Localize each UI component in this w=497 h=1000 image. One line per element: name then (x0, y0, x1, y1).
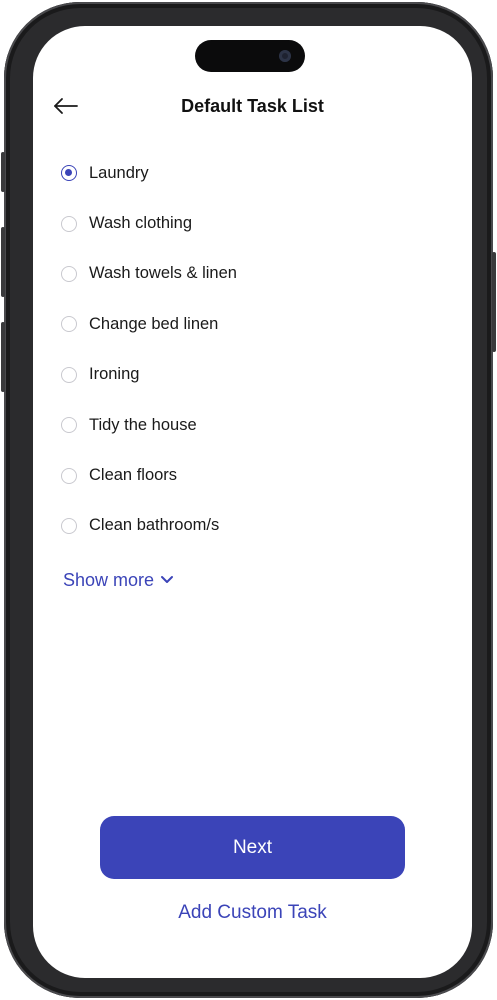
task-label: Wash towels & linen (89, 264, 237, 283)
app-screen: Default Task List Laundry Wash clothing … (33, 26, 472, 978)
chevron-down-icon (161, 576, 174, 583)
arrow-left-icon (54, 98, 78, 114)
task-label: Wash clothing (89, 214, 193, 233)
task-label: Laundry (89, 163, 149, 182)
header: Default Task List (33, 88, 472, 124)
radio-icon[interactable] (61, 517, 77, 534)
radio-icon[interactable] (61, 215, 77, 232)
task-option-clean-bathrooms[interactable]: Clean bathroom/s (61, 501, 451, 551)
back-button[interactable] (51, 92, 87, 120)
task-option-wash-clothing[interactable]: Wash clothing (61, 198, 451, 248)
task-option-tidy-house[interactable]: Tidy the house (61, 400, 451, 450)
task-option-clean-floors[interactable]: Clean floors (61, 450, 451, 500)
action-button (1, 152, 5, 192)
power-button (492, 252, 496, 352)
task-label: Clean floors (89, 466, 178, 485)
camera-icon (279, 50, 291, 62)
task-list: Laundry Wash clothing Wash towels & line… (61, 148, 451, 551)
dynamic-island (195, 40, 305, 72)
task-option-laundry[interactable]: Laundry (61, 148, 451, 198)
page-title: Default Task List (181, 96, 324, 116)
next-button[interactable]: Next (100, 816, 405, 879)
task-label: Tidy the house (89, 415, 197, 434)
task-label: Clean bathroom/s (89, 516, 220, 535)
radio-selected-icon[interactable] (61, 165, 77, 182)
radio-icon[interactable] (61, 316, 77, 333)
radio-icon[interactable] (61, 417, 77, 434)
task-option-ironing[interactable]: Ironing (61, 350, 451, 400)
task-label: Change bed linen (89, 314, 219, 333)
add-custom-task-link[interactable]: Add Custom Task (33, 902, 472, 924)
show-more-label: Show more (63, 569, 155, 590)
radio-icon[interactable] (61, 265, 77, 282)
task-label: Ironing (89, 365, 140, 384)
phone-frame: Default Task List Laundry Wash clothing … (1, 2, 496, 998)
task-option-wash-towels-linen[interactable]: Wash towels & linen (61, 249, 451, 299)
volume-down-button (1, 322, 5, 392)
task-option-change-bed-linen[interactable]: Change bed linen (61, 299, 451, 349)
radio-icon[interactable] (61, 366, 77, 383)
show-more-link[interactable]: Show more (63, 566, 174, 594)
volume-up-button (1, 227, 5, 297)
radio-icon[interactable] (61, 467, 77, 484)
